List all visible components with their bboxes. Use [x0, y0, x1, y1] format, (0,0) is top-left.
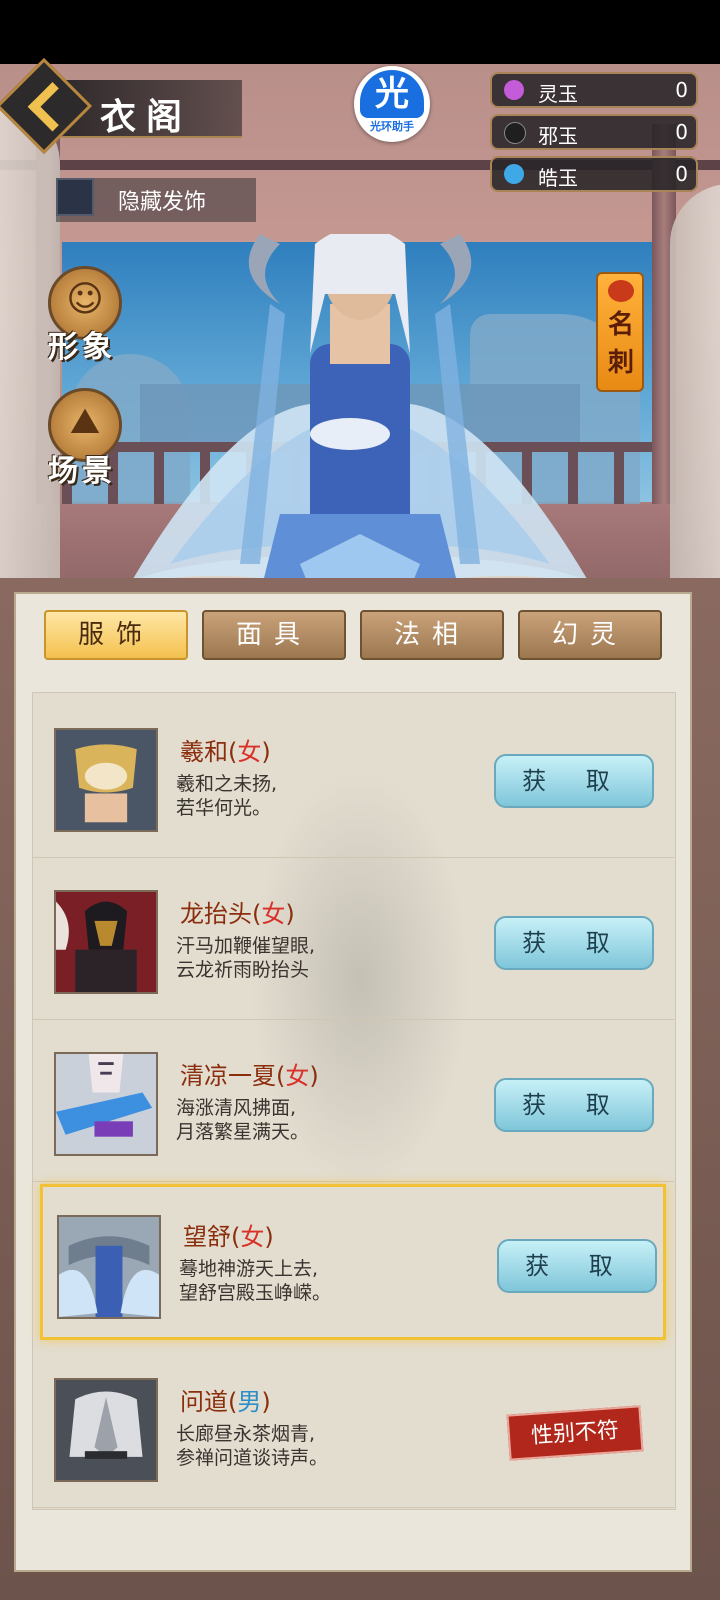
- costume-thumbnail: [54, 890, 158, 994]
- tab-label: 服饰: [77, 620, 154, 650]
- mountain-icon: ⛰: [69, 401, 101, 442]
- costume-description: 汗马加鞭催望眼, 云龙祈雨盼抬头: [176, 935, 316, 981]
- watermark-text: 光环助手: [370, 120, 414, 133]
- obtain-button[interactable]: 获 取: [494, 1078, 654, 1132]
- tab-label: 面具: [235, 620, 312, 650]
- page-title: 衣阁: [100, 96, 193, 138]
- costume-description: 长廊昼永茶烟青, 参禅问道谈诗声。: [176, 1423, 329, 1469]
- currency-name: 邪玉: [538, 124, 578, 148]
- obtain-button[interactable]: 获 取: [497, 1239, 657, 1293]
- tab-label: 幻灵: [551, 620, 628, 650]
- lingyu-gem-icon: [504, 80, 524, 100]
- tab-spirit[interactable]: 幻灵: [518, 610, 662, 660]
- list-item[interactable]: 问道(男) 长廊昼永茶烟青, 参禅问道谈诗声。 性别不符: [32, 1346, 674, 1508]
- obtain-button[interactable]: 获 取: [494, 754, 654, 808]
- hide-hair-label: 隐藏发饰: [118, 190, 207, 215]
- costume-thumbnail: [54, 1378, 158, 1482]
- costume-name: 羲和(女): [180, 738, 271, 766]
- currency-xieyu: 邪玉 0: [490, 114, 698, 150]
- currency-name: 皓玉: [538, 166, 578, 190]
- name-card-button[interactable]: 名刺: [596, 272, 644, 392]
- currency-name: 灵玉: [538, 82, 578, 106]
- costume-name: 望舒(女): [183, 1223, 274, 1251]
- costume-name: 问道(男): [180, 1388, 271, 1416]
- tab-dharma-form[interactable]: 法相: [360, 610, 504, 660]
- costume-description: 羲和之未扬, 若华何光。: [176, 773, 278, 819]
- watermark-badge: 光 光环助手: [354, 66, 430, 142]
- haoyu-gem-icon: [504, 164, 524, 184]
- currency-value: 0: [675, 78, 688, 102]
- scene-label: 场景: [48, 454, 116, 489]
- back-arrow-icon: [27, 81, 78, 132]
- portrait-icon: ☺: [66, 279, 104, 320]
- costume-name: 清凉一夏(女): [180, 1062, 319, 1090]
- costume-thumbnail: [54, 728, 158, 832]
- currency-haoyu: 皓玉 0: [490, 156, 698, 192]
- list-item[interactable]: 龙抬头(女) 汗马加鞭催望眼, 云龙祈雨盼抬头 获 取: [32, 858, 674, 1020]
- costume-thumbnail: [54, 1052, 158, 1156]
- status-bar: [0, 0, 720, 64]
- costume-description: 蓦地神游天上去, 望舒宫殿玉峥嵘。: [179, 1258, 332, 1304]
- costume-name: 龙抬头(女): [180, 900, 295, 928]
- currency-value: 0: [675, 162, 688, 186]
- name-card-label: 名刺: [607, 310, 634, 378]
- obtain-button[interactable]: 获 取: [494, 916, 654, 970]
- list-item[interactable]: 羲和(女) 羲和之未扬, 若华何光。 获 取: [32, 696, 674, 858]
- tab-mask[interactable]: 面具: [202, 610, 346, 660]
- curtain-right: [670, 184, 720, 600]
- tab-label: 法相: [393, 620, 470, 650]
- list-item[interactable]: 清凉一夏(女) 海涨清风拂面, 月落繁星满天。 获 取: [32, 1020, 674, 1182]
- tab-clothing[interactable]: 服饰: [44, 610, 188, 660]
- currency-value: 0: [675, 120, 688, 144]
- hide-hair-checkbox[interactable]: [56, 178, 94, 216]
- currency-lingyu: 灵玉 0: [490, 72, 698, 108]
- character-model: [120, 234, 600, 600]
- xieyu-gem-icon: [504, 122, 526, 144]
- appearance-label: 形象: [48, 330, 116, 365]
- card-emblem-icon: [608, 280, 634, 302]
- gender-mismatch-stamp: 性别不符: [506, 1405, 644, 1461]
- watermark-glyph: 光: [360, 70, 424, 118]
- list-item-selected[interactable]: 望舒(女) 蓦地神游天上去, 望舒宫殿玉峥嵘。 获 取: [40, 1184, 666, 1340]
- costume-description: 海涨清风拂面, 月落繁星满天。: [176, 1097, 310, 1143]
- costume-thumbnail: [57, 1215, 161, 1319]
